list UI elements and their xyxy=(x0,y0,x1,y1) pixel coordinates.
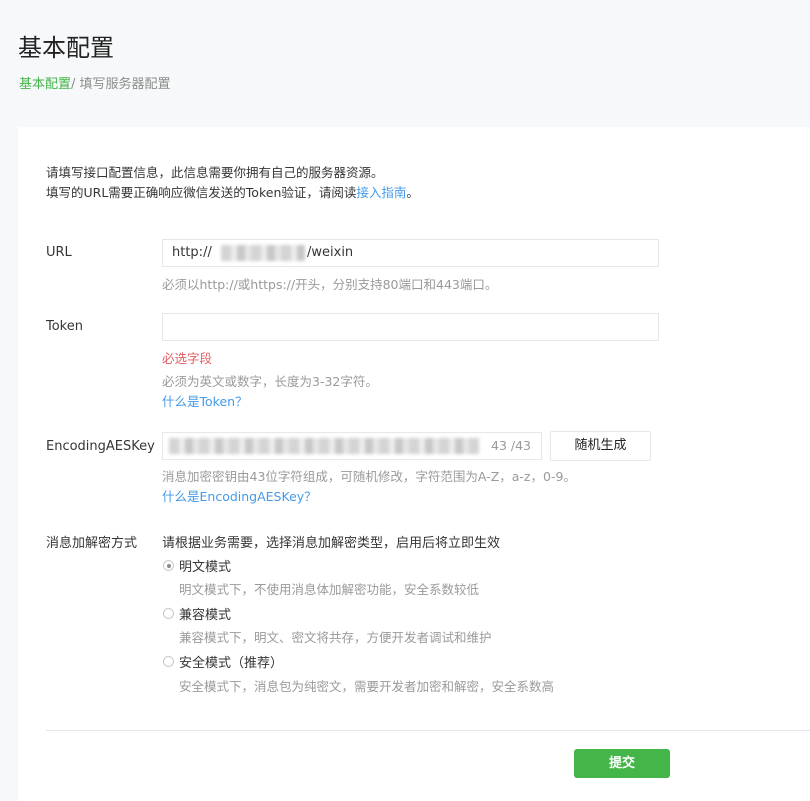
url-redacted-blur xyxy=(221,245,305,261)
access-guide-link[interactable]: 接入指南 xyxy=(356,185,406,200)
what-is-aes-key-link[interactable]: 什么是EncodingAESKey？ xyxy=(162,486,317,505)
token-label: Token xyxy=(46,319,83,334)
secure-mode-desc: 安全模式下，消息包为纯密文，需要开发者加密和解密，安全系数高 xyxy=(179,679,555,694)
plaintext-mode-desc: 明文模式下，不使用消息体加解密功能，安全系数较低 xyxy=(179,582,480,597)
breadcrumb: 基本配置/ 填写服务器配置 xyxy=(19,73,171,92)
encryption-mode-label: 消息加解密方式 xyxy=(46,536,138,551)
secure-mode-label[interactable]: 安全模式（推荐） xyxy=(179,652,283,671)
url-value-suffix: /weixin xyxy=(307,245,354,260)
token-hint: 必须为英文或数字，长度为3-32字符。 xyxy=(162,374,378,389)
intro-text: 请填写接口配置信息，此信息需要你拥有自己的服务器资源。 填写的URL需要正确响应… xyxy=(46,163,419,203)
compatible-mode-desc: 兼容模式下，明文、密文将共存，方便开发者调试和维护 xyxy=(179,630,492,645)
breadcrumb-link-basic-config[interactable]: 基本配置 xyxy=(19,77,71,92)
url-label: URL xyxy=(46,245,72,260)
url-value-prefix: http:// xyxy=(172,245,212,260)
intro-line-2-suffix: 。 xyxy=(406,185,419,200)
aes-key-label: EncodingAESKey xyxy=(46,439,155,454)
submit-button[interactable]: 提交 xyxy=(574,749,670,778)
intro-line-2: 填写的URL需要正确响应微信发送的Token验证，请阅读接入指南。 xyxy=(46,183,419,203)
compatible-mode-label[interactable]: 兼容模式 xyxy=(179,604,231,623)
url-input[interactable]: http:// /weixin xyxy=(162,239,659,267)
aes-key-hint: 消息加密密钥由43位字符组成，可随机修改，字符范围为A-Z，a-z，0-9。 xyxy=(162,469,576,484)
config-panel: 请填写接口配置信息，此信息需要你拥有自己的服务器资源。 填写的URL需要正确响应… xyxy=(18,127,810,801)
aes-key-redacted-blur xyxy=(169,438,479,454)
intro-line-1: 请填写接口配置信息，此信息需要你拥有自己的服务器资源。 xyxy=(46,165,384,180)
intro-line-2-prefix: 填写的URL需要正确响应微信发送的Token验证，请阅读 xyxy=(46,185,357,200)
encryption-mode-intro: 请根据业务需要，选择消息加解密类型，启用后将立即生效 xyxy=(162,536,501,551)
aes-key-counter: 43 /43 xyxy=(491,438,531,453)
random-generate-button[interactable]: 随机生成 xyxy=(550,431,651,461)
token-required-error: 必选字段 xyxy=(162,351,213,366)
radio-secure-mode[interactable] xyxy=(163,656,174,667)
form-divider xyxy=(46,730,810,731)
plaintext-mode-label[interactable]: 明文模式 xyxy=(179,556,231,575)
breadcrumb-current: 填写服务器配置 xyxy=(79,77,171,92)
breadcrumb-separator: / xyxy=(71,77,80,92)
url-hint: 必须以http://或https://开头，分别支持80端口和443端口。 xyxy=(162,277,498,292)
token-input[interactable] xyxy=(162,313,659,341)
aes-key-input[interactable]: 43 /43 xyxy=(162,432,542,460)
radio-compatible-mode[interactable] xyxy=(163,608,174,619)
radio-plaintext-mode[interactable] xyxy=(163,560,174,571)
what-is-token-link[interactable]: 什么是Token？ xyxy=(162,391,248,410)
page-title: 基本配置 xyxy=(18,34,114,62)
